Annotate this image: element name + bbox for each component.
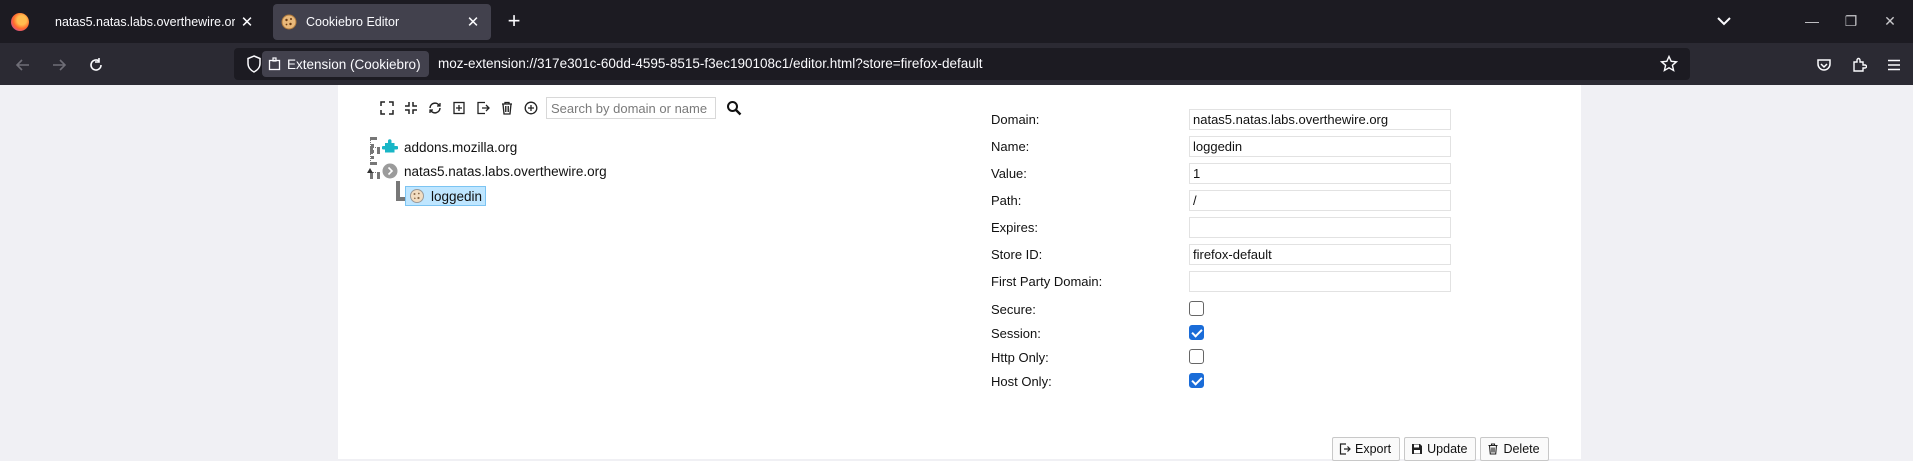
- tab-cookiebro-editor[interactable]: Cookiebro Editor ✕: [273, 4, 491, 40]
- menu-icon[interactable]: [1883, 54, 1905, 76]
- trash-icon: [1487, 443, 1499, 455]
- value-row: Value:: [991, 163, 1551, 185]
- path-label: Path:: [991, 193, 1022, 208]
- search-input[interactable]: [546, 97, 716, 119]
- first-party-domain-row: First Party Domain:: [991, 271, 1551, 293]
- store-id-row: Store ID:: [991, 244, 1551, 266]
- forward-button[interactable]: [46, 52, 72, 78]
- path-field[interactable]: [1189, 190, 1451, 211]
- reload-button[interactable]: [83, 52, 109, 78]
- expires-label: Expires:: [991, 220, 1038, 235]
- chevron-icon: [382, 163, 398, 179]
- pocket-icon[interactable]: [1813, 54, 1835, 76]
- search-icon[interactable]: [724, 98, 744, 118]
- expires-row: Expires:: [991, 217, 1551, 239]
- puzzle-icon: [382, 139, 398, 155]
- minimize-icon[interactable]: —: [1797, 8, 1827, 34]
- secure-label: Secure:: [991, 302, 1036, 317]
- extension-label: Extension (Cookiebro): [287, 56, 421, 72]
- tab-title: natas5.natas.labs.overthewire.org/: [55, 15, 235, 29]
- http-only-row: Http Only:: [991, 347, 1551, 369]
- host-only-label: Host Only:: [991, 374, 1052, 389]
- delete-label: Delete: [1503, 442, 1540, 456]
- back-button[interactable]: [10, 52, 36, 78]
- add-cookie-icon[interactable]: [522, 99, 540, 117]
- http-only-checkbox[interactable]: [1189, 349, 1204, 364]
- expand-all-icon[interactable]: [378, 99, 396, 117]
- forward-arrow-icon: [53, 59, 67, 71]
- new-tab-button[interactable]: +: [502, 10, 526, 34]
- host-only-row: Host Only:: [991, 371, 1551, 393]
- cookie-editor-page: addons.mozilla.org natas5.natas.labs.ove…: [338, 85, 1581, 461]
- trash-icon[interactable]: [498, 99, 516, 117]
- tree-node-label: addons.mozilla.org: [404, 139, 518, 155]
- secure-checkbox[interactable]: [1189, 301, 1204, 316]
- close-tab-icon[interactable]: ✕: [461, 13, 485, 31]
- name-label: Name:: [991, 139, 1030, 154]
- value-label: Value:: [991, 166, 1027, 181]
- save-icon: [1411, 443, 1423, 455]
- extensions-puzzle-icon[interactable]: [1848, 54, 1870, 76]
- tree-node-label: natas5.natas.labs.overthewire.org: [404, 163, 607, 179]
- export-icon: [1339, 443, 1351, 455]
- store-id-field[interactable]: [1189, 244, 1451, 265]
- chevron-down-icon[interactable]: [1712, 9, 1736, 33]
- tree-node-label: loggedin: [431, 188, 483, 204]
- name-row: Name:: [991, 136, 1551, 158]
- refresh-icon[interactable]: [426, 99, 444, 117]
- url-text[interactable]: moz-extension://317e301c-60dd-4595-8515-…: [438, 48, 982, 80]
- export-label: Export: [1355, 442, 1392, 456]
- value-field[interactable]: [1189, 163, 1451, 184]
- expires-field[interactable]: [1189, 217, 1451, 238]
- cookie-icon: [281, 14, 297, 30]
- import-icon[interactable]: [450, 99, 468, 117]
- domain-row: Domain:: [991, 109, 1551, 131]
- update-button[interactable]: Update: [1404, 437, 1477, 461]
- tab-bar: natas5.natas.labs.overthewire.org/ ✕ Coo…: [0, 0, 1913, 43]
- domain-field[interactable]: [1189, 109, 1451, 130]
- shield-icon[interactable]: [246, 55, 262, 73]
- back-arrow-icon: [15, 59, 29, 71]
- session-checkbox[interactable]: [1189, 325, 1204, 340]
- extension-icon: [268, 57, 281, 71]
- http-only-label: Http Only:: [991, 350, 1049, 365]
- editor-toolbar: [378, 97, 744, 119]
- path-row: Path:: [991, 190, 1551, 212]
- delete-button[interactable]: Delete: [1480, 437, 1549, 461]
- store-id-label: Store ID:: [991, 247, 1043, 262]
- tree-node-addons-mozilla[interactable]: addons.mozilla.org: [382, 139, 517, 155]
- host-only-checkbox[interactable]: [1189, 373, 1204, 388]
- tree-toggle-icon[interactable]: [367, 168, 373, 173]
- window-close-icon[interactable]: ✕: [1875, 8, 1905, 34]
- tree-node-natas5[interactable]: natas5.natas.labs.overthewire.org: [382, 163, 607, 179]
- secure-row: Secure:: [991, 299, 1551, 321]
- tree-connector: [370, 147, 380, 151]
- reload-icon: [90, 58, 102, 71]
- update-label: Update: [1427, 442, 1468, 456]
- export-button[interactable]: Export: [1332, 437, 1401, 461]
- tree-connector: [396, 181, 400, 197]
- export-all-icon[interactable]: [474, 99, 492, 117]
- nav-bar: Extension (Cookiebro) moz-extension://31…: [0, 43, 1913, 85]
- session-row: Session:: [991, 323, 1551, 345]
- domain-label: Domain:: [991, 112, 1040, 127]
- session-label: Session:: [991, 326, 1041, 341]
- cookie-icon: [409, 188, 425, 204]
- extension-identity-badge[interactable]: Extension (Cookiebro): [262, 51, 429, 77]
- firefox-logo-icon[interactable]: [11, 13, 29, 31]
- url-bar[interactable]: Extension (Cookiebro) moz-extension://31…: [234, 48, 1690, 80]
- restore-icon[interactable]: ❐: [1836, 8, 1866, 34]
- close-tab-icon[interactable]: ✕: [235, 13, 259, 31]
- tree-node-loggedin[interactable]: loggedin: [405, 186, 487, 206]
- first-party-domain-field[interactable]: [1189, 271, 1451, 292]
- tree-connector: [370, 137, 374, 165]
- tab-natas5[interactable]: natas5.natas.labs.overthewire.org/ ✕: [40, 4, 265, 40]
- collapse-all-icon[interactable]: [402, 99, 420, 117]
- action-buttons: Export Update Delete: [1332, 437, 1553, 461]
- tab-title: Cookiebro Editor: [306, 15, 400, 29]
- bookmark-star-icon[interactable]: [1660, 55, 1678, 73]
- name-field[interactable]: [1189, 136, 1451, 157]
- first-party-domain-label: First Party Domain:: [991, 274, 1103, 289]
